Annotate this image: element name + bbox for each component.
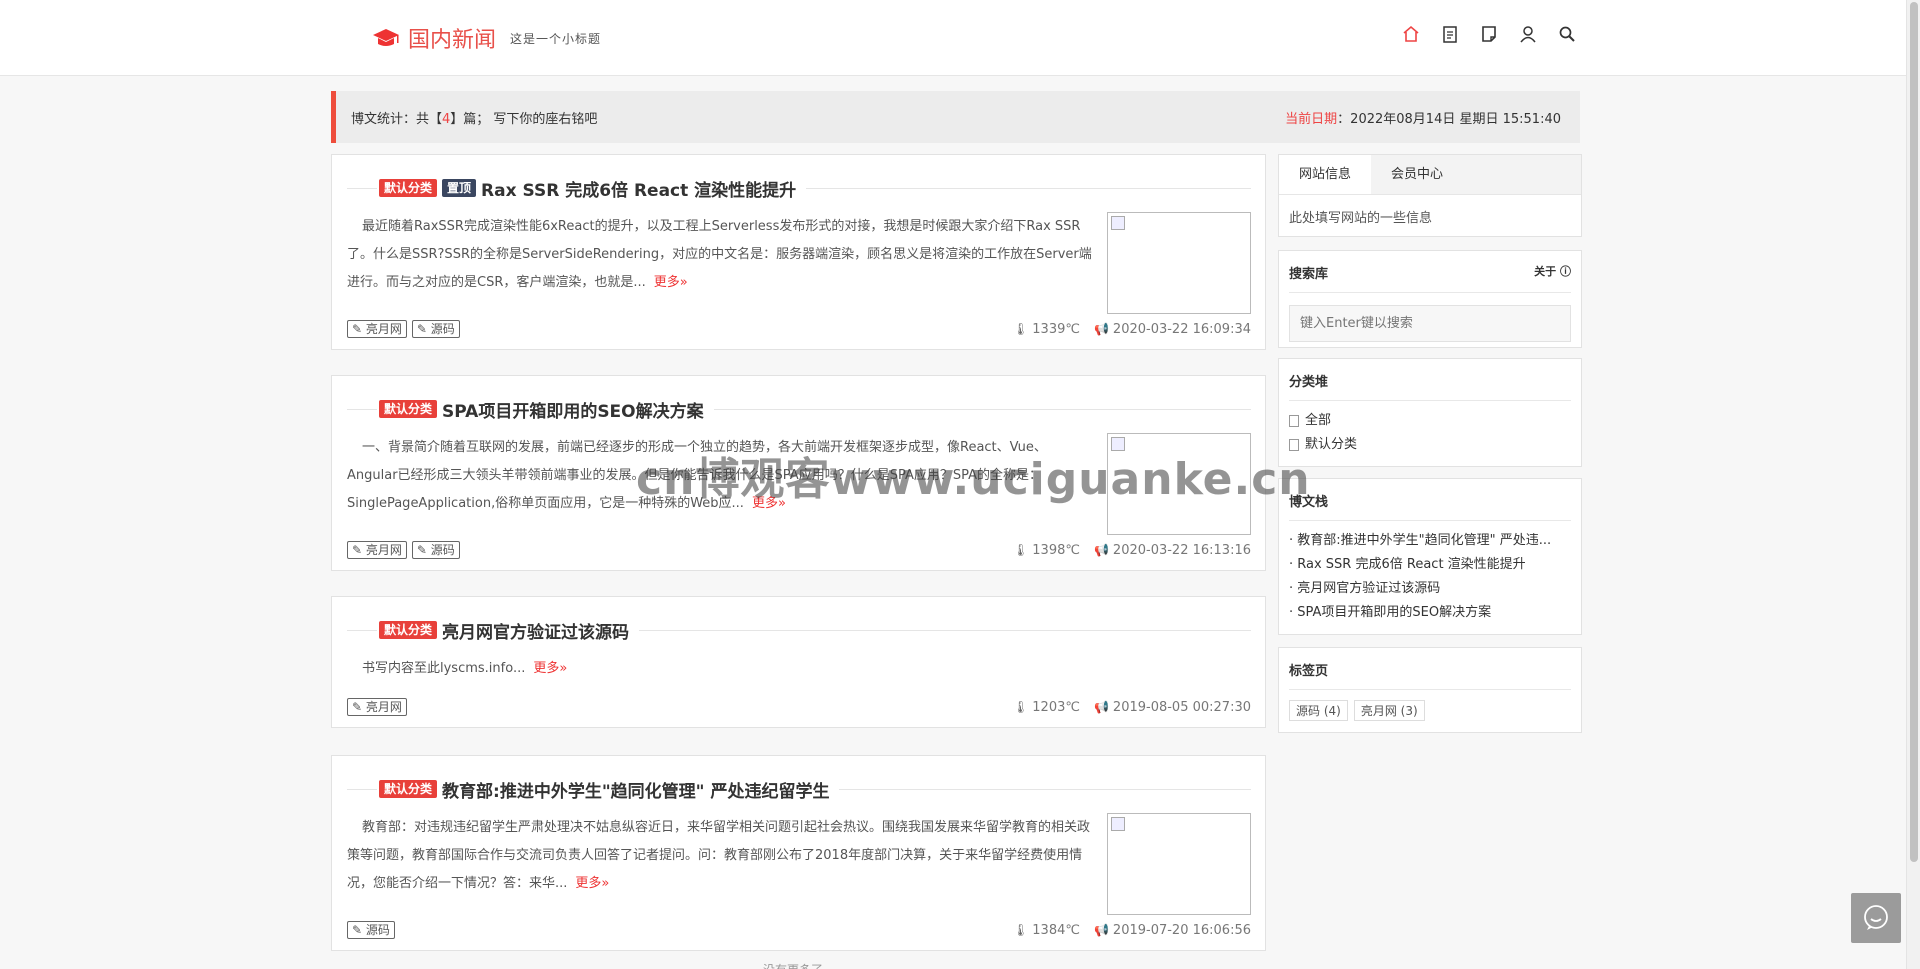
- chat-bubble-icon: [1864, 905, 1888, 930]
- post-header: 默认分类 教育部:推进中外学生"趋同化管理" 严处违纪留学生: [347, 774, 1251, 804]
- post-date: 📢 2019-08-05 00:27:30: [1093, 699, 1251, 715]
- post-tag[interactable]: ✎ 源码: [347, 921, 395, 939]
- view-count: 🌡 1339℃: [1013, 321, 1080, 337]
- read-more-link[interactable]: 更多»: [575, 876, 609, 891]
- post-tag[interactable]: ✎ 源码: [411, 541, 460, 559]
- home-icon[interactable]: [1401, 24, 1421, 44]
- post-thumbnail[interactable]: [1107, 212, 1251, 314]
- category-badge[interactable]: 默认分类: [379, 400, 438, 418]
- search-widget: 搜索库 关于 ⓘ: [1278, 250, 1582, 348]
- date-label: 当前日期: [1285, 111, 1338, 127]
- recent-post-link[interactable]: · 亮月网官方验证过该源码: [1289, 577, 1573, 601]
- post-title[interactable]: Rax SSR 完成6倍 React 渲染性能提升: [481, 176, 796, 201]
- post-tag[interactable]: ✎ 亮月网: [347, 698, 407, 716]
- tag-cloud-item[interactable]: 亮月网 (3): [1353, 700, 1425, 721]
- megaphone-icon: 📢: [1093, 542, 1109, 557]
- view-count: 🌡 1398℃: [1013, 542, 1080, 558]
- broken-image-icon: [1111, 216, 1125, 230]
- search-input[interactable]: [1289, 305, 1571, 342]
- megaphone-icon: 📢: [1093, 321, 1109, 336]
- post-card: 默认分类 亮月网官方验证过该源码 书写内容至此lyscms.info... 更多»…: [331, 596, 1266, 728]
- widget-title: 分类堆: [1289, 359, 1571, 401]
- post-tag[interactable]: ✎ 亮月网: [347, 541, 407, 559]
- widget-tabs: 网站信息 会员中心: [1279, 155, 1581, 195]
- view-count: 🌡 1384℃: [1013, 922, 1080, 938]
- recent-post-link[interactable]: · SPA项目开箱即用的SEO解决方案: [1289, 601, 1573, 625]
- info-icon: ⓘ: [1560, 265, 1571, 278]
- date-value: ：2022年08月14日 星期日 15:51:40: [1337, 111, 1561, 127]
- tab-site-info[interactable]: 网站信息: [1279, 155, 1372, 194]
- graduation-cap-icon: [372, 27, 400, 49]
- post-thumbnail[interactable]: [1107, 813, 1251, 915]
- tags-widget: 标签页 源码 (4) 亮月网 (3): [1278, 647, 1582, 733]
- post-title[interactable]: 教育部:推进中外学生"趋同化管理" 严处违纪留学生: [442, 777, 829, 802]
- search-icon[interactable]: [1557, 24, 1577, 44]
- pinned-badge: 置顶: [442, 179, 477, 197]
- thermometer-icon: 🌡: [1013, 922, 1029, 937]
- post-header: 默认分类 置顶 Rax SSR 完成6倍 React 渲染性能提升: [347, 173, 1251, 203]
- post-date: 📢 2020-03-22 16:09:34: [1093, 321, 1251, 337]
- category-badge[interactable]: 默认分类: [379, 780, 438, 798]
- post-header: 默认分类 亮月网官方验证过该源码: [347, 615, 1251, 645]
- category-badge[interactable]: 默认分类: [379, 621, 438, 639]
- post-card: 默认分类 置顶 Rax SSR 完成6倍 React 渲染性能提升 最近随着Ra…: [331, 154, 1266, 350]
- thermometer-icon: 🌡: [1013, 321, 1029, 336]
- widget-title: 标签页: [1289, 648, 1571, 690]
- post-excerpt: 最近随着RaxSSR完成渲染性能6xReact的提升，以及工程上Serverle…: [347, 219, 1092, 290]
- recent-posts-widget: 博文栈 · 教育部:推进中外学生"趋同化管理" 严处违... · Rax SSR…: [1278, 478, 1582, 635]
- post-title[interactable]: SPA项目开箱即用的SEO解决方案: [442, 397, 704, 422]
- thermometer-icon: 🌡: [1013, 542, 1029, 557]
- header-nav: [1401, 24, 1577, 44]
- post-footer: ✎ 亮月网 🌡 1203℃ 📢 2019-08-05 00:27:30: [347, 697, 1251, 717]
- site-logo[interactable]: 国内新闻 这是一个小标题: [372, 22, 601, 54]
- site-info-text: 此处填写网站的一些信息: [1289, 211, 1433, 226]
- post-excerpt: 书写内容至此lyscms.info... 更多»: [362, 661, 568, 676]
- widget-title: 搜索库 关于 ⓘ: [1289, 251, 1571, 293]
- watermark-text: cn博观客www.uciguanke.cn: [636, 454, 1311, 505]
- category-widget: 分类堆 全部 默认分类: [1278, 358, 1582, 467]
- widget-title: 博文栈: [1289, 479, 1571, 521]
- about-link[interactable]: 关于 ⓘ: [1534, 263, 1571, 282]
- megaphone-icon: 📢: [1093, 699, 1109, 714]
- user-icon[interactable]: [1518, 24, 1538, 44]
- view-count: 🌡 1203℃: [1013, 699, 1080, 715]
- read-more-link[interactable]: 更多»: [654, 275, 688, 290]
- category-badge[interactable]: 默认分类: [379, 179, 438, 197]
- post-title[interactable]: 亮月网官方验证过该源码: [442, 618, 629, 643]
- scrollbar-thumb[interactable]: [1910, 2, 1918, 862]
- read-more-link[interactable]: 更多»: [533, 661, 567, 676]
- category-item-all[interactable]: 全部: [1289, 409, 1571, 433]
- current-date: 当前日期：2022年08月14日 星期日 15:51:40: [1285, 108, 1561, 127]
- broken-image-icon: [1111, 817, 1125, 831]
- post-footer: ✎ 亮月网 ✎ 源码 🌡 1398℃ 📢 2020-03-22 16:13:16: [347, 540, 1251, 560]
- recent-post-link[interactable]: · 教育部:推进中外学生"趋同化管理" 严处违...: [1289, 529, 1573, 553]
- category-item-default[interactable]: 默认分类: [1289, 433, 1571, 457]
- post-footer: ✎ 源码 🌡 1384℃ 📢 2019-07-20 16:06:56: [347, 920, 1251, 940]
- post-tag[interactable]: ✎ 源码: [411, 320, 460, 338]
- post-card: 默认分类 教育部:推进中外学生"趋同化管理" 严处违纪留学生 教育部：对违规违纪…: [331, 755, 1266, 951]
- post-excerpt: 教育部：对违规违纪留学生严肃处理决不姑息纵容近日，来华留学相关问题引起社会热议。…: [347, 820, 1091, 891]
- site-info-widget: 网站信息 会员中心 此处填写网站的一些信息: [1278, 154, 1582, 237]
- site-subtitle: 这是一个小标题: [510, 31, 602, 46]
- no-more-text: 没有更多了: [763, 961, 823, 969]
- tag-cloud-item[interactable]: 源码 (4): [1289, 700, 1348, 721]
- clipboard-icon[interactable]: [1440, 24, 1460, 44]
- vertical-scrollbar[interactable]: [1906, 0, 1920, 969]
- post-date: 📢 2019-07-20 16:06:56: [1093, 922, 1251, 938]
- post-tag[interactable]: ✎ 亮月网: [347, 320, 407, 338]
- thermometer-icon: 🌡: [1013, 699, 1029, 714]
- chat-button[interactable]: [1851, 893, 1901, 943]
- post-stats: 博文统计：共【4】篇； 写下你的座右铭吧: [351, 111, 598, 127]
- note-icon[interactable]: [1479, 24, 1499, 44]
- post-date: 📢 2020-03-22 16:13:16: [1093, 542, 1251, 558]
- megaphone-icon: 📢: [1093, 922, 1109, 937]
- site-title: 国内新闻: [408, 28, 497, 53]
- post-footer: ✎ 亮月网 ✎ 源码 🌡 1339℃ 📢 2020-03-22 16:09:34: [347, 319, 1251, 339]
- stats-bar: 博文统计：共【4】篇； 写下你的座右铭吧 当前日期：2022年08月14日 星期…: [331, 91, 1580, 143]
- top-header: 国内新闻 这是一个小标题: [0, 0, 1906, 76]
- post-header: 默认分类 SPA项目开箱即用的SEO解决方案: [347, 394, 1251, 424]
- file-icon: [1289, 415, 1299, 427]
- tab-member-center[interactable]: 会员中心: [1371, 155, 1463, 194]
- recent-post-link[interactable]: · Rax SSR 完成6倍 React 渲染性能提升: [1289, 553, 1573, 577]
